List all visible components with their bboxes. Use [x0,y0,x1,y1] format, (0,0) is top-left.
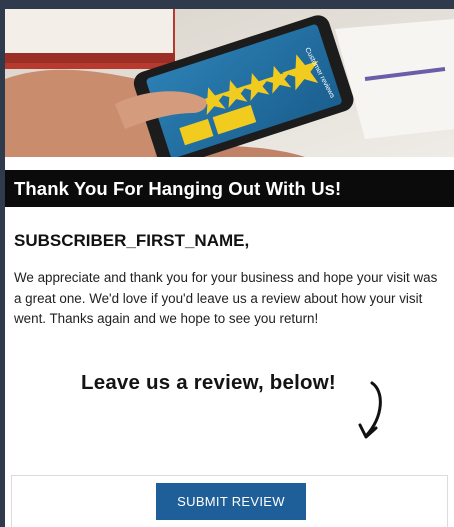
message-paragraph: We appreciate and thank you for your bus… [14,270,438,326]
review-prompt-text: Leave us a review, below! [81,370,336,394]
header-title: Thank You For Hanging Out With Us! [5,170,454,207]
curved-arrow-icon [358,381,382,438]
message-body: SUBSCRIBER_FIRST_NAME, We appreciate and… [5,207,454,486]
hero-illustration: Customer reviews [5,9,454,157]
spacer [5,157,454,170]
submit-review-button[interactable]: SUBMIT REVIEW [156,483,306,520]
hero-image: Customer reviews [5,9,454,157]
email-card: Customer reviews Thank You For Hanging O… [5,9,454,527]
greeting-text: SUBSCRIBER_FIRST_NAME, [14,231,250,250]
review-prompt-section: Leave us a review, below! [14,366,444,486]
button-container: SUBMIT REVIEW [11,475,448,527]
